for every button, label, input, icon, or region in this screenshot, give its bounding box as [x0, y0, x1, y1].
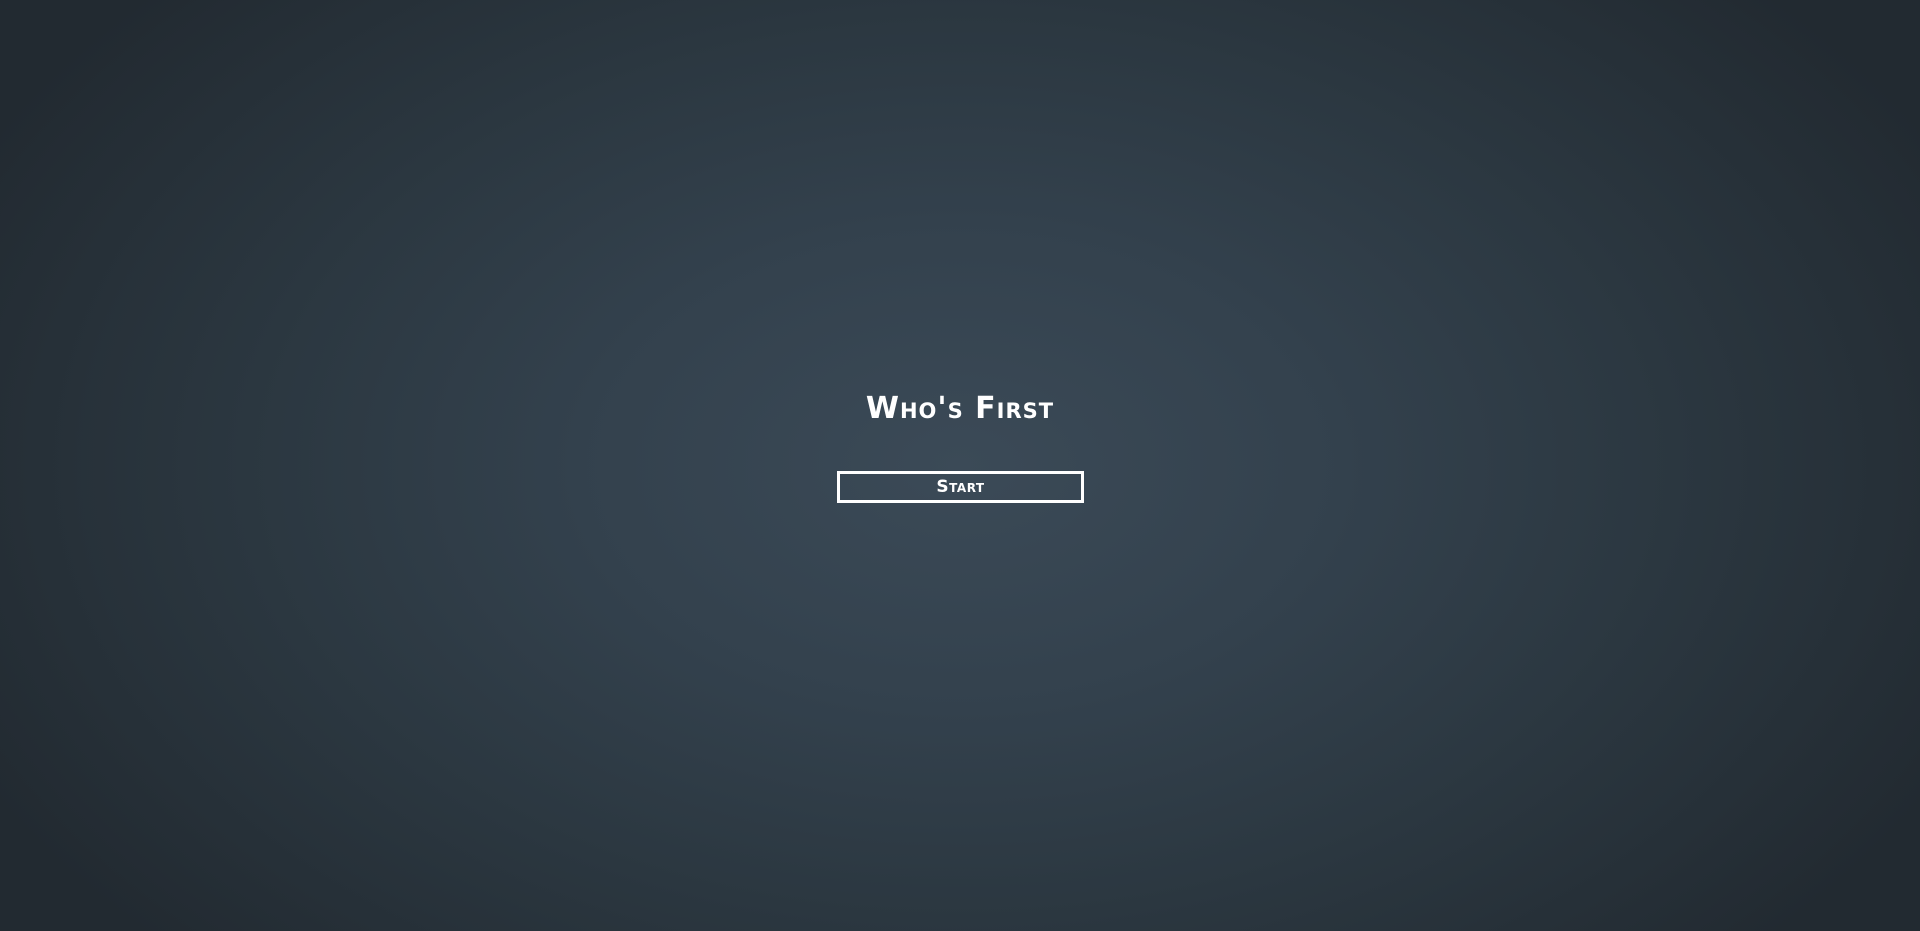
game-title: Who's First: [865, 391, 1055, 426]
start-screen: Who's First Start: [0, 0, 1920, 931]
start-button[interactable]: Start: [837, 471, 1084, 503]
